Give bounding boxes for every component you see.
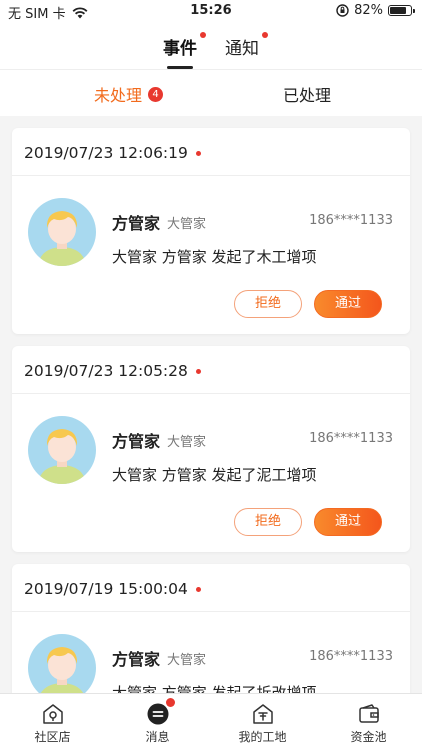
avatar <box>28 416 96 484</box>
message-icon <box>147 703 168 725</box>
message-unread-dot <box>165 698 175 707</box>
tab-notifications-label: 通知 <box>225 39 259 59</box>
nav-label: 资金池 <box>350 730 387 744</box>
tab-notifications[interactable]: 通知 <box>225 32 268 59</box>
event-datetime: 2019/07/23 12:05:28 <box>24 362 188 380</box>
nav-label: 我的工地 <box>238 730 287 744</box>
avatar <box>28 198 96 266</box>
event-card: 2019/07/23 12:06:19 方管家 大管家 186****1133 … <box>12 128 410 334</box>
event-card-header: 2019/07/19 15:00:04 <box>12 564 410 612</box>
applicant-phone: 186****1133 <box>309 213 393 228</box>
top-tab-bar: 事件 通知 <box>0 22 422 70</box>
nav-label: 社区店 <box>34 730 71 744</box>
applicant-role: 大管家 <box>167 653 207 668</box>
nav-community-store[interactable]: 社区店 <box>0 694 105 750</box>
applicant-name: 方管家 <box>112 432 161 451</box>
applicant-role: 大管家 <box>167 435 207 450</box>
nav-my-worksite[interactable]: 我的工地 <box>210 694 315 750</box>
applicant-name: 方管家 <box>112 214 161 233</box>
approve-button[interactable]: 通过 <box>314 508 382 536</box>
avatar <box>28 634 96 693</box>
reject-button[interactable]: 拒绝 <box>234 290 302 318</box>
event-description: 大管家 方管家 发起了拆改增项 <box>112 684 317 693</box>
tab-events-dot <box>200 32 206 38</box>
unread-dot <box>195 369 201 374</box>
applicant-phone: 186****1133 <box>309 649 393 664</box>
event-card-body: 方管家 大管家 186****1133 大管家 方管家 发起了泥工增项 拒绝 通… <box>12 394 410 552</box>
event-card-body: 方管家 大管家 186****1133 大管家 方管家 发起了木工增项 拒绝 通… <box>12 176 410 334</box>
applicant-name: 方管家 <box>112 650 161 669</box>
applicant-phone: 186****1133 <box>309 431 393 446</box>
status-bar: 无 SIM 卡 15:26 82% <box>0 0 422 22</box>
applicant-role: 大管家 <box>167 217 207 232</box>
event-card-header: 2019/07/23 12:05:28 <box>12 346 410 394</box>
event-card: 2019/07/19 15:00:04 方管家 大管家 186****1133 … <box>12 564 410 693</box>
subtab-processed-label: 已处理 <box>283 86 332 105</box>
orientation-lock-icon <box>336 4 349 17</box>
event-description: 大管家 方管家 发起了木工增项 <box>112 248 317 266</box>
sub-tab-bar: 未处理 4 已处理 <box>0 70 422 116</box>
event-card: 2019/07/23 12:05:28 方管家 大管家 186****1133 … <box>12 346 410 552</box>
unread-dot <box>195 587 201 592</box>
event-datetime: 2019/07/23 12:06:19 <box>24 144 188 162</box>
event-description: 大管家 方管家 发起了泥工增项 <box>112 466 317 484</box>
tab-events[interactable]: 事件 <box>163 32 206 69</box>
bottom-nav: 社区店 消息 我的工地 资金池 <box>0 693 422 750</box>
pending-count-badge: 4 <box>148 86 164 102</box>
subtab-pending-label: 未处理 <box>94 86 143 105</box>
subtab-processed[interactable]: 已处理 <box>283 82 331 106</box>
nav-fund-pool[interactable]: 资金池 <box>316 694 421 750</box>
event-card-body: 方管家 大管家 186****1133 大管家 方管家 发起了拆改增项 拒绝 通… <box>12 612 410 693</box>
event-card-header: 2019/07/23 12:06:19 <box>12 128 410 176</box>
event-datetime: 2019/07/19 15:00:04 <box>24 580 188 598</box>
approve-button[interactable]: 通过 <box>314 290 382 318</box>
tab-events-label: 事件 <box>163 39 197 59</box>
tab-active-indicator <box>167 66 193 69</box>
subtab-pending[interactable]: 未处理 4 <box>94 82 164 106</box>
event-list[interactable]: 2019/07/23 12:06:19 方管家 大管家 186****1133 … <box>0 116 422 693</box>
worksite-icon <box>252 704 273 724</box>
status-right: 82% <box>336 3 415 18</box>
message-icon-wrap <box>146 698 175 726</box>
store-icon <box>42 704 63 724</box>
nav-messages[interactable]: 消息 <box>105 694 210 750</box>
unread-dot <box>195 151 201 156</box>
battery-icon <box>388 5 415 16</box>
tab-notifications-dot <box>262 32 268 38</box>
wallet-icon <box>358 704 379 723</box>
nav-label: 消息 <box>145 730 170 744</box>
battery-percent: 82% <box>354 3 383 18</box>
reject-button[interactable]: 拒绝 <box>234 508 302 536</box>
